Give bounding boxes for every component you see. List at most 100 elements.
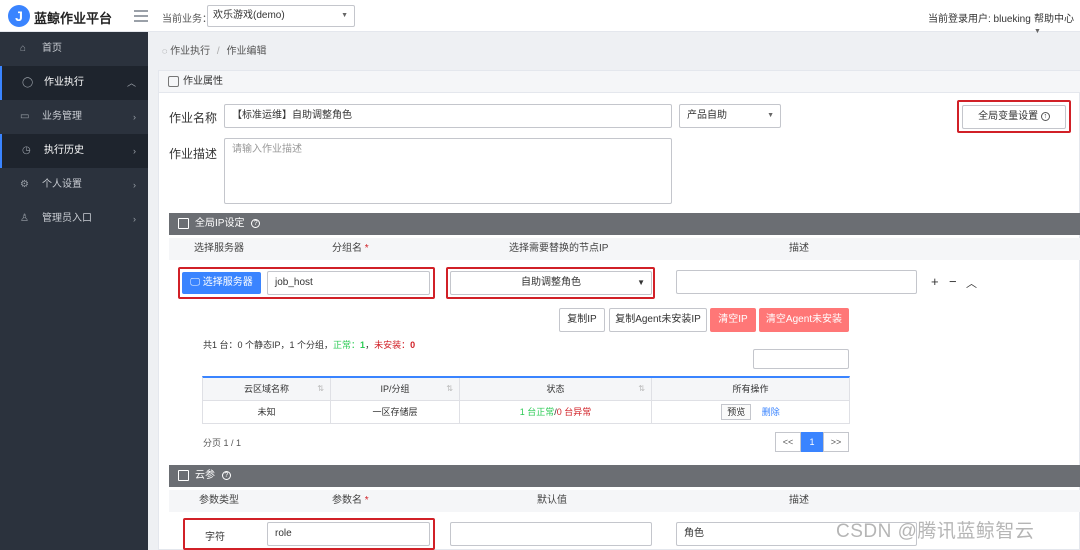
ip-table: 云区域名称 ⇅ IP/分组 ⇅ 状态 ⇅ 所有操作 未知 一区存储层 1 台正常/0 … [202,376,850,424]
delete-link[interactable]: 删除 [762,407,780,417]
th-status-text: 状态 [546,384,565,394]
ip-search-input[interactable] [753,349,849,369]
sidebar-item-label: 管理员入口 [42,213,92,224]
breadcrumb-job-execution[interactable]: 作业执行 [170,46,210,57]
highlight-box [178,267,435,299]
sort-icon: ⇅ [317,384,324,393]
highlight-box [957,100,1071,133]
chevron-right-icon: › [133,180,136,190]
sidebar-item-label: 业务管理 [42,111,82,122]
current-user: 当前登录用户: blueking [928,14,1031,25]
gear-icon: ⚙ [20,179,29,190]
th-status[interactable]: 状态 ⇅ [460,378,652,400]
breadcrumb-job-edit: 作业编辑 [226,46,267,57]
next-page-button[interactable]: >> [823,432,849,452]
copy-agent-uninstalled-ip-button[interactable]: 复制Agent未安装IP [609,308,707,332]
sidebar-item-label: 作业执行 [44,77,84,88]
col-param-name-text: 参数名 [332,495,362,506]
chevron-down-icon: ▼ [341,12,348,19]
sidebar-item-admin-entry[interactable]: ♙ 管理员入口 › [0,202,148,236]
sidebar-item-label: 个人设置 [42,179,82,190]
preview-button[interactable]: 预览 [721,404,752,420]
watermark: CSDN @腾讯蓝鲸智云 [836,521,1035,542]
refresh-icon: ◌ [162,46,168,56]
clear-ip-button[interactable]: 清空IP [710,308,756,332]
summary-uninstalled-label: 未安装： [374,340,411,350]
menu-toggle-icon[interactable] [134,10,148,22]
ip-table-header: 云区域名称 ⇅ IP/分组 ⇅ 状态 ⇅ 所有操作 [203,378,849,400]
summary-normal-label: 正常： [333,340,361,350]
global-ip-title: 全局IP设定 [195,218,245,229]
required-mark: * [364,243,369,254]
help-center-menu[interactable]: 帮助中心 ▼ [1034,10,1080,36]
th-cloud-area[interactable]: 云区域名称 ⇅ [203,378,331,400]
cell-ip-group: 一区存储层 [331,401,460,423]
app-logo-icon: J [8,5,30,27]
chevron-right-icon: › [133,146,136,156]
job-description-placeholder: 请输入作业描述 [232,144,302,155]
top-bar: J 蓝鲸作业平台 当前业务： 欢乐游戏(demo) ▼ 当前登录用户: blue… [0,0,1080,35]
help-icon[interactable]: ? [221,470,231,480]
job-edit-panel: 作业属性 作业名称 【标准运维】自助调整角色 产品自助 ▼ 全局变量设置 ↑ 作… [158,70,1080,550]
highlight-box [183,518,435,550]
job-attributes-header: 作业属性 [159,71,1080,93]
chevron-up-icon: ︿ [126,78,136,88]
col-node-ip: 选择需要替换的节点IP [509,243,609,254]
briefcase-icon: ▭ [20,111,30,122]
cell-cloud-area: 未知 [203,401,331,423]
status-normal: 1 台正常 [519,407,555,417]
help-center-label: 帮助中心 [1034,14,1074,25]
default-value-input[interactable] [450,522,652,546]
global-ip-header: 全局IP设定 ? [169,213,1080,235]
ip-description-input[interactable] [676,270,917,294]
job-name-input[interactable]: 【标准运维】自助调整角色 [224,104,672,128]
prev-page-button[interactable]: << [775,432,801,452]
global-ip-column-headers: 选择服务器 分组名 * 选择需要替换的节点IP 描述 [169,238,1080,260]
job-name-label: 作业名称 [169,111,218,125]
clock-icon: ◷ [22,145,31,156]
business-select[interactable]: 欢乐游戏(demo) ▼ [207,5,355,27]
th-ip-group-text: IP/分组 [380,384,410,394]
pagination-text: 分页 1 / 1 [203,438,242,448]
cloud-params-title: 云参 [195,470,215,481]
sidebar-item-execution-history[interactable]: ◷ 执行历史 › [0,134,148,168]
chevron-up-icon[interactable]: ︿ [966,275,977,291]
job-category-select[interactable]: 产品自助 ▼ [679,104,781,128]
plus-icon[interactable]: + [931,274,939,289]
chevron-right-icon: › [133,112,136,122]
home-icon: ⌂ [20,43,27,54]
summary-separator: ， [365,340,375,350]
job-description-textarea[interactable]: 请输入作业描述 [224,138,672,204]
cell-status: 1 台正常/0 台异常 [460,401,652,423]
sidebar-item-home[interactable]: ⌂ 首页 [0,32,148,66]
sidebar-item-business-management[interactable]: ▭ 业务管理 › [0,100,148,134]
th-ip-group[interactable]: IP/分组 ⇅ [331,378,460,400]
clear-agent-uninstalled-button[interactable]: 清空Agent未安装 [759,308,849,332]
sidebar-item-job-execution[interactable]: ◯ 作业执行 ︿ [0,66,148,100]
sort-icon: ⇅ [446,384,453,393]
breadcrumb-separator: / [216,46,220,57]
job-category-value: 产品自助 [687,110,727,121]
sidebar: ⌂ 首页 ◯ 作业执行 ︿ ▭ 业务管理 › ◷ 执行历史 › ⚙ 个人设置 ›… [0,32,148,550]
col-param-name: 参数名 * [332,490,369,512]
minus-icon[interactable]: − [949,274,957,289]
job-attributes-title: 作业属性 [183,76,223,87]
th-cloud-area-text: 云区域名称 [243,384,289,394]
app-name: 蓝鲸作业平台 [34,11,113,26]
cloud-params-header: 云参 ? [169,465,1080,487]
ip-summary: 共1 台：0 个静态IP，1 个分组，正常：1，未安装：0 [203,338,415,351]
summary-uninstalled-count: 0 [410,340,416,350]
page-1-button[interactable]: 1 [801,432,823,452]
help-icon[interactable]: ? [251,218,261,228]
sidebar-item-label: 执行历史 [44,145,84,156]
copy-ip-button[interactable]: 复制IP [559,308,605,332]
sidebar-item-label: 首页 [42,43,62,54]
cell-operations: 预览 删除 [652,401,849,423]
col-group-name: 分组名 * [332,238,369,260]
sidebar-item-personal-settings[interactable]: ⚙ 个人设置 › [0,168,148,202]
summary-prefix: 共1 台：0 个静态IP，1 个分组， [203,340,334,350]
chevron-right-icon: › [133,214,136,224]
col-default-value: 默认值 [537,495,567,506]
required-mark: * [364,495,369,506]
circle-icon: ◯ [22,77,34,88]
